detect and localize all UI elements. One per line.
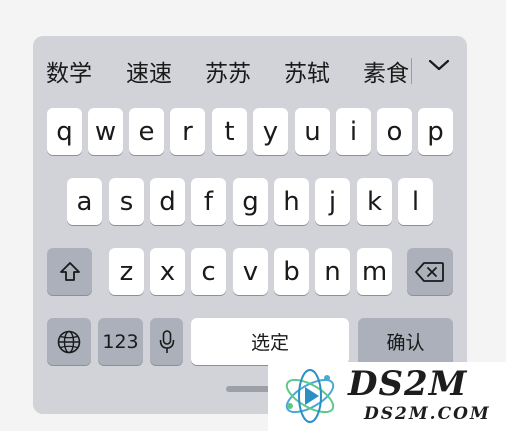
candidate-2[interactable]: 速速 (126, 54, 172, 88)
space-key[interactable]: 选定 (191, 318, 349, 365)
candidate-3[interactable]: 苏苏 (205, 54, 251, 88)
globe-key[interactable] (47, 318, 91, 365)
globe-icon (57, 330, 81, 353)
confirm-key[interactable]: 确认 (358, 318, 453, 365)
chevron-down-icon (428, 59, 450, 71)
collapse-candidates-button[interactable] (421, 50, 457, 82)
microphone-icon (159, 329, 174, 353)
key-i[interactable]: i (336, 108, 371, 155)
key-l[interactable]: l (398, 178, 433, 225)
key-u[interactable]: u (295, 108, 330, 155)
key-p[interactable]: p (418, 108, 453, 155)
candidate-4[interactable]: 苏轼 (284, 54, 330, 88)
key-t[interactable]: t (212, 108, 247, 155)
candidate-divider (411, 58, 412, 84)
key-m[interactable]: m (357, 248, 392, 295)
key-g[interactable]: g (233, 178, 268, 225)
key-d[interactable]: d (150, 178, 185, 225)
shift-key[interactable] (47, 248, 92, 295)
shift-icon (59, 261, 80, 281)
key-b[interactable]: b (274, 248, 309, 295)
candidate-1[interactable]: 数学 (46, 54, 92, 88)
watermark-subtitle: DS2M.COM (364, 404, 491, 424)
keyboard: 数学 速速 苏苏 苏轼 素食 q w e r t y u i o p a s d… (33, 36, 467, 414)
key-j[interactable]: j (315, 178, 350, 225)
watermark-title: DS2M (348, 364, 468, 404)
key-f[interactable]: f (191, 178, 226, 225)
key-q[interactable]: q (47, 108, 82, 155)
watermark-logo-icon (285, 369, 335, 423)
key-c[interactable]: c (191, 248, 226, 295)
candidate-bar: 数学 速速 苏苏 苏轼 素食 (33, 36, 467, 104)
key-e[interactable]: e (129, 108, 164, 155)
key-n[interactable]: n (315, 248, 350, 295)
key-r[interactable]: r (170, 108, 205, 155)
key-w[interactable]: w (88, 108, 123, 155)
delete-icon (415, 261, 444, 282)
key-k[interactable]: k (357, 178, 392, 225)
key-z[interactable]: z (109, 248, 144, 295)
key-o[interactable]: o (377, 108, 412, 155)
key-x[interactable]: x (150, 248, 185, 295)
microphone-key[interactable] (150, 318, 183, 365)
delete-key[interactable] (407, 248, 453, 295)
key-a[interactable]: a (67, 178, 102, 225)
key-s[interactable]: s (109, 178, 144, 225)
key-y[interactable]: y (253, 108, 288, 155)
key-v[interactable]: v (233, 248, 268, 295)
numbers-key[interactable]: 123 (98, 318, 143, 365)
candidate-5[interactable]: 素食 (363, 54, 409, 88)
watermark: DS2M DS2M.COM (268, 362, 506, 431)
key-h[interactable]: h (274, 178, 309, 225)
